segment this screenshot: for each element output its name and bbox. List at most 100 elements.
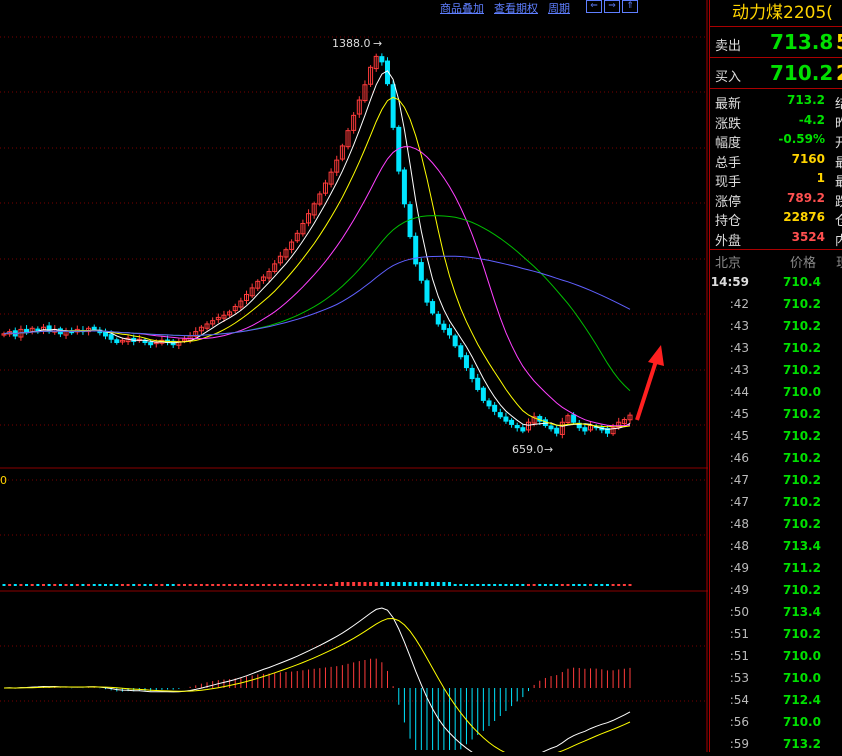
chart-toolbar: 商品叠加 查看期权 周期 ⇐ ⇒ ⇑: [440, 0, 638, 16]
volume-bar: [19, 584, 23, 586]
volume-bar: [222, 584, 226, 586]
options-link[interactable]: 查看期权: [494, 0, 538, 16]
macd-layer: [3, 607, 631, 752]
volume-bar: [560, 584, 564, 586]
volume-bar: [526, 584, 530, 586]
tick-time: :59: [729, 737, 749, 751]
tick-time: :51: [729, 649, 749, 663]
candle-body: [91, 326, 97, 330]
volume-bar: [194, 584, 198, 586]
nav-right-icon[interactable]: ⇒: [604, 0, 620, 13]
tick-price: 710.2: [783, 363, 821, 377]
tick-time: :49: [729, 561, 749, 575]
stat-label: 外盘: [715, 233, 742, 249]
tick-time: :48: [729, 539, 749, 553]
tick-row: :49 710.2: [710, 580, 842, 602]
volume-bar: [109, 584, 113, 586]
volume-bar: [216, 584, 220, 586]
tick-time: :43: [729, 341, 749, 355]
overlay-link[interactable]: 商品叠加: [440, 0, 484, 16]
tick-row: :59 713.2: [710, 734, 842, 756]
volume-bar: [340, 582, 344, 586]
volume-bar: [487, 584, 491, 586]
volume-bar: [363, 582, 367, 586]
volume-bar: [425, 582, 429, 586]
tick-row: :43 710.2: [710, 338, 842, 360]
volume-bar: [64, 584, 68, 586]
volume-bar: [453, 584, 457, 586]
candle-body: [463, 355, 469, 369]
volume-bar: [8, 584, 12, 586]
volume-bar: [464, 584, 468, 586]
candle-body: [435, 313, 441, 325]
stat-row: 幅度 -0.59% 开: [710, 130, 842, 151]
volume-bar: [498, 584, 502, 586]
tick-price: 710.2: [783, 627, 821, 641]
tick-time: :45: [729, 407, 749, 421]
volume-bar: [58, 584, 62, 586]
stat-side-label: 最: [835, 175, 842, 190]
volume-bar: [397, 582, 401, 586]
candle-body: [452, 335, 458, 347]
volume-bar: [278, 584, 282, 586]
volume-bar: [611, 584, 615, 586]
nav-up-icon[interactable]: ⇑: [622, 0, 638, 13]
tick-price: 713.4: [783, 539, 821, 553]
volume-bar: [120, 584, 124, 586]
ma-line-ma10: [3, 96, 631, 428]
volume-bar: [577, 584, 581, 586]
stat-label: 涨跌: [715, 116, 742, 132]
volume-bar: [160, 584, 164, 586]
volume-bar: [628, 584, 632, 586]
stat-side-label: 跌: [835, 194, 842, 210]
tick-time: 14:59: [710, 275, 749, 289]
tick-row: :51 710.2: [710, 624, 842, 646]
stat-side-label: 仓: [835, 214, 842, 229]
volume-bar: [583, 584, 587, 586]
candle-body: [401, 169, 407, 205]
volume-bar: [617, 584, 621, 586]
buy-qty: 2: [836, 61, 842, 85]
volume-bar: [532, 584, 536, 586]
stat-row: 现手 1 最: [710, 169, 842, 190]
nav-left-icon[interactable]: ⇐: [586, 0, 602, 13]
volume-bar: [504, 584, 508, 586]
candle-body: [548, 425, 554, 430]
volume-bar: [374, 582, 378, 586]
volume-bar: [149, 584, 153, 586]
tick-time: :42: [729, 297, 749, 311]
high-arrow-icon: →: [373, 37, 382, 50]
volume-bar: [188, 584, 192, 586]
tick-price: 711.2: [783, 561, 821, 575]
tick-row: :48 710.2: [710, 514, 842, 536]
candle-body: [458, 345, 464, 358]
buy-label: 买入: [715, 70, 742, 85]
quote-panel: 动力煤2205( 卖出 713.8 5 买入 710.2 2 最新 713.2 结涨…: [709, 0, 842, 752]
volume-bar: [199, 584, 203, 586]
candle-body: [554, 427, 560, 434]
tick-row: :43 710.2: [710, 360, 842, 382]
sell-qty: 5: [836, 30, 842, 54]
stat-label: 最新: [715, 97, 742, 112]
stat-value: 22876: [783, 210, 825, 224]
tick-time: :53: [729, 671, 749, 685]
candle-body: [447, 328, 453, 336]
candle-body: [475, 377, 481, 390]
tick-price: 710.2: [783, 297, 821, 311]
stat-row: 持仓 22876 仓: [710, 208, 842, 229]
period-link[interactable]: 周期: [548, 0, 570, 16]
volume-bar: [476, 584, 480, 586]
volume-bar: [137, 584, 141, 586]
tick-time: :51: [729, 627, 749, 641]
candle-body: [480, 387, 486, 401]
volume-bar: [104, 584, 108, 586]
stat-value: 1: [816, 171, 825, 185]
volume-bar: [385, 582, 389, 586]
volume-bar: [549, 584, 553, 586]
volume-bar: [115, 584, 119, 586]
volume-bar: [256, 584, 260, 586]
volume-bar: [605, 584, 609, 586]
tick-header-extra: 现: [836, 252, 842, 271]
volume-bar: [515, 584, 519, 586]
stat-side-label: 内: [835, 233, 842, 249]
